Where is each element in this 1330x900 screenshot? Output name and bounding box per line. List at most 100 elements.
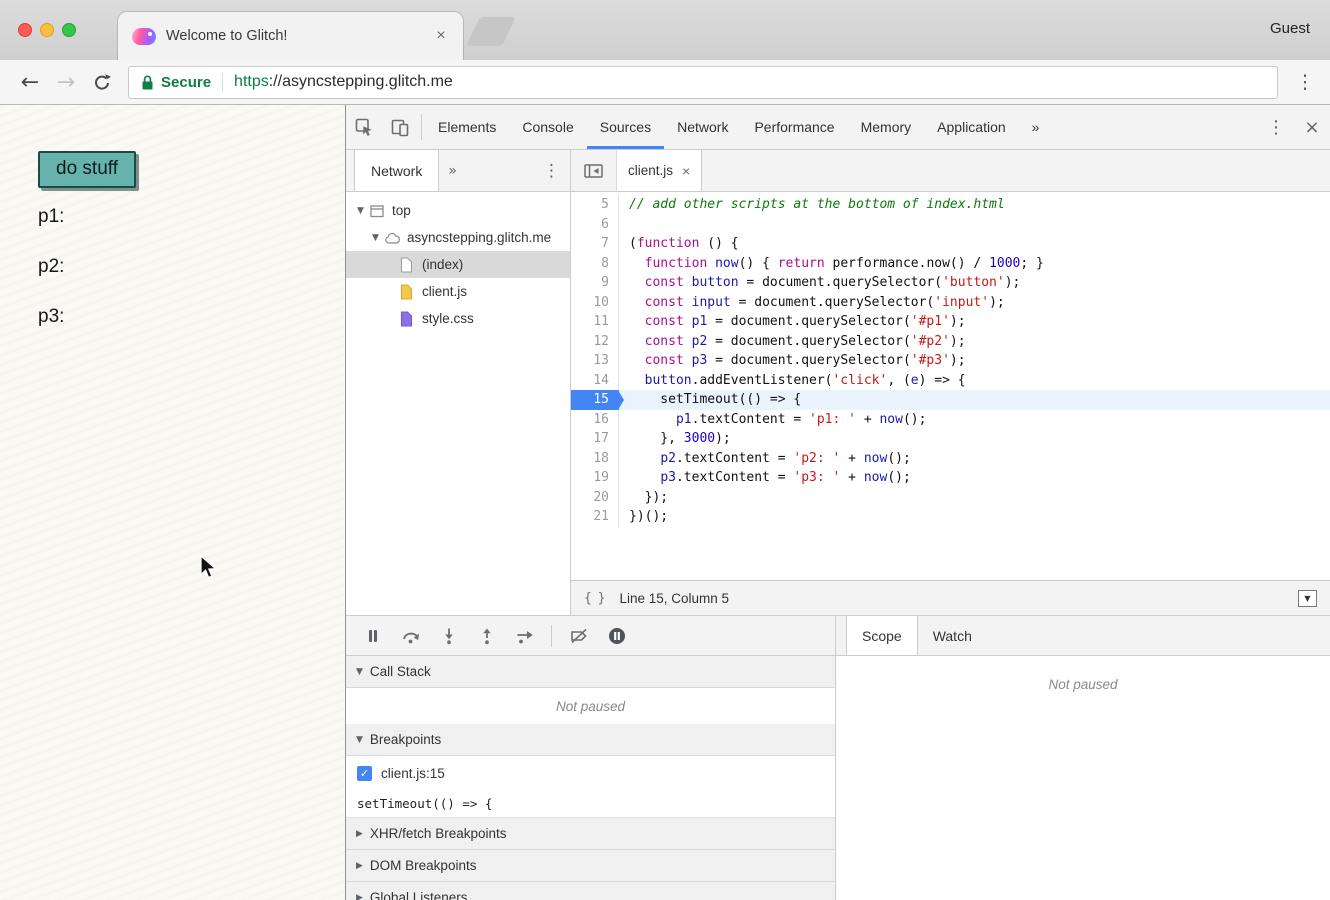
- pause-on-exceptions-icon[interactable]: [600, 623, 633, 649]
- tree-item-client-js[interactable]: client.js: [346, 278, 570, 305]
- code-line-16[interactable]: 16 p1.textContent = 'p1: ' + now();: [571, 410, 1330, 430]
- line-number[interactable]: 6: [571, 215, 619, 235]
- close-window-button[interactable]: [18, 23, 32, 37]
- browser-window: Welcome to Glitch! × Guest ← → Secure ht…: [0, 0, 1330, 900]
- line-number[interactable]: 18: [571, 449, 619, 469]
- devtools-tab-console[interactable]: Console: [509, 105, 586, 149]
- navigator-tab-network[interactable]: Network: [354, 150, 439, 191]
- devtools-tab-overflow[interactable]: »: [1019, 105, 1053, 149]
- code-line-12[interactable]: 12 const p2 = document.querySelector('#p…: [571, 332, 1330, 352]
- pretty-print-icon[interactable]: { }: [584, 591, 604, 606]
- section-dom-breakpoints[interactable]: ▶DOM Breakpoints: [346, 850, 835, 882]
- code-line-14[interactable]: 14 button.addEventListener('click', (e) …: [571, 371, 1330, 391]
- code-line-8[interactable]: 8 function now() { return performance.no…: [571, 254, 1330, 274]
- code-line-19[interactable]: 19 p3.textContent = 'p3: ' + now();: [571, 468, 1330, 488]
- section-global-listeners[interactable]: ▶Global Listeners: [346, 882, 835, 900]
- devtools-tab-elements[interactable]: Elements: [425, 105, 509, 149]
- zoom-window-button[interactable]: [62, 23, 76, 37]
- code-line-15[interactable]: 15 setTimeout(() => {: [571, 390, 1330, 410]
- devtools-tab-application[interactable]: Application: [924, 105, 1019, 149]
- code-line-9[interactable]: 9 const button = document.querySelector(…: [571, 273, 1330, 293]
- line-number[interactable]: 9: [571, 273, 619, 293]
- forward-icon: →: [48, 70, 84, 95]
- new-tab-button[interactable]: [466, 17, 516, 46]
- section-xhr-fetch-breakpoints[interactable]: ▶XHR/fetch Breakpoints: [346, 818, 835, 850]
- line-number[interactable]: 19: [571, 468, 619, 488]
- disclosure-expanded-icon[interactable]: ▼: [354, 206, 367, 216]
- close-icon[interactable]: ×: [1294, 105, 1330, 149]
- tree-item-label: client.js: [422, 284, 467, 299]
- code-line-17[interactable]: 17 }, 3000);: [571, 429, 1330, 449]
- tree-item-style-css[interactable]: style.css: [346, 305, 570, 332]
- devtools-tab-performance[interactable]: Performance: [741, 105, 847, 149]
- inspect-element-icon[interactable]: [346, 105, 382, 149]
- deactivate-breakpoints-icon[interactable]: [562, 623, 595, 649]
- editor-tabbar: client.js ×: [571, 150, 1330, 192]
- tree-item-index[interactable]: (index): [346, 251, 570, 278]
- pause-icon[interactable]: [356, 623, 389, 649]
- tab-close-icon[interactable]: ×: [431, 26, 451, 46]
- devtools-tab-memory[interactable]: Memory: [848, 105, 925, 149]
- breakpoint-label: client.js:15: [381, 766, 445, 781]
- editor-tab-clientjs[interactable]: client.js ×: [617, 150, 702, 191]
- code-line-11[interactable]: 11 const p1 = document.querySelector('#p…: [571, 312, 1330, 332]
- line-number[interactable]: 12: [571, 332, 619, 352]
- breakpoint-marker[interactable]: 15: [571, 390, 619, 410]
- line-number[interactable]: 8: [571, 254, 619, 274]
- disclosure-expanded-icon[interactable]: ▼: [369, 233, 382, 243]
- breakpoints-header[interactable]: ▼ Breakpoints: [346, 724, 835, 756]
- line-number[interactable]: 13: [571, 351, 619, 371]
- code-line-10[interactable]: 10 const input = document.querySelector(…: [571, 293, 1330, 313]
- line-number[interactable]: 10: [571, 293, 619, 313]
- lock-icon: [141, 74, 154, 91]
- code-line-5[interactable]: 5// add other scripts at the bottom of i…: [571, 195, 1330, 215]
- device-toolbar-icon[interactable]: [382, 105, 418, 149]
- line-number[interactable]: 11: [571, 312, 619, 332]
- line-number[interactable]: 7: [571, 234, 619, 254]
- url-text[interactable]: https://asyncstepping.glitch.me: [234, 73, 453, 91]
- devtools-tab-network[interactable]: Network: [664, 105, 741, 149]
- code-line-7[interactable]: 7(function () {: [571, 234, 1330, 254]
- devtools-tab-sources[interactable]: Sources: [587, 105, 664, 149]
- more-menu-icon[interactable]: ⋮: [1258, 105, 1294, 149]
- step-into-icon[interactable]: [432, 623, 465, 649]
- glitch-favicon-icon: [132, 28, 156, 45]
- browser-toolbar: ← → Secure https://asyncstepping.glitch.…: [0, 60, 1330, 105]
- tab-watch[interactable]: Watch: [918, 616, 987, 655]
- code-line-18[interactable]: 18 p2.textContent = 'p2: ' + now();: [571, 449, 1330, 469]
- line-number[interactable]: 17: [571, 429, 619, 449]
- line-number[interactable]: 14: [571, 371, 619, 391]
- step-out-icon[interactable]: [470, 623, 503, 649]
- do-stuff-button[interactable]: do stuff: [38, 151, 136, 188]
- call-stack-header[interactable]: ▼ Call Stack: [346, 656, 835, 688]
- navigator-overflow-icon[interactable]: »: [439, 150, 466, 191]
- tree-item-label: asyncstepping.glitch.me: [407, 230, 551, 245]
- toggle-navigator-icon[interactable]: [571, 150, 617, 191]
- address-bar[interactable]: Secure https://asyncstepping.glitch.me: [128, 66, 1278, 99]
- editor-tab-close-icon[interactable]: ×: [682, 163, 690, 179]
- back-icon[interactable]: ←: [12, 70, 48, 95]
- breakpoint-checkbox[interactable]: ✓: [357, 766, 372, 781]
- code-line-21[interactable]: 21})();: [571, 507, 1330, 527]
- line-number[interactable]: 21: [571, 507, 619, 527]
- minimize-window-button[interactable]: [40, 23, 54, 37]
- code-line-20[interactable]: 20 });: [571, 488, 1330, 508]
- navigator-menu-icon[interactable]: ⋮: [533, 150, 570, 191]
- step-icon[interactable]: [508, 623, 541, 649]
- line-number[interactable]: 5: [571, 195, 619, 215]
- code-line-13[interactable]: 13 const p3 = document.querySelector('#p…: [571, 351, 1330, 371]
- tab-scope[interactable]: Scope: [846, 616, 918, 655]
- step-over-icon[interactable]: [394, 623, 427, 649]
- tree-item-asyncstepping-glitch-me[interactable]: ▼ asyncstepping.glitch.me: [346, 224, 570, 251]
- breakpoint-item[interactable]: ✓ client.js:15: [346, 756, 835, 790]
- tree-item-top[interactable]: ▼top: [346, 197, 570, 224]
- browser-menu-icon[interactable]: ⋮: [1292, 71, 1318, 93]
- code-line-6[interactable]: 6: [571, 215, 1330, 235]
- code-editor[interactable]: 5// add other scripts at the bottom of i…: [571, 192, 1330, 580]
- drawer-toggle-icon[interactable]: ▼: [1298, 590, 1317, 607]
- reload-icon[interactable]: [84, 72, 120, 92]
- paragraph-label-p2: p2:: [38, 256, 64, 306]
- line-number[interactable]: 16: [571, 410, 619, 430]
- line-number[interactable]: 20: [571, 488, 619, 508]
- browser-tab[interactable]: Welcome to Glitch! ×: [118, 12, 463, 60]
